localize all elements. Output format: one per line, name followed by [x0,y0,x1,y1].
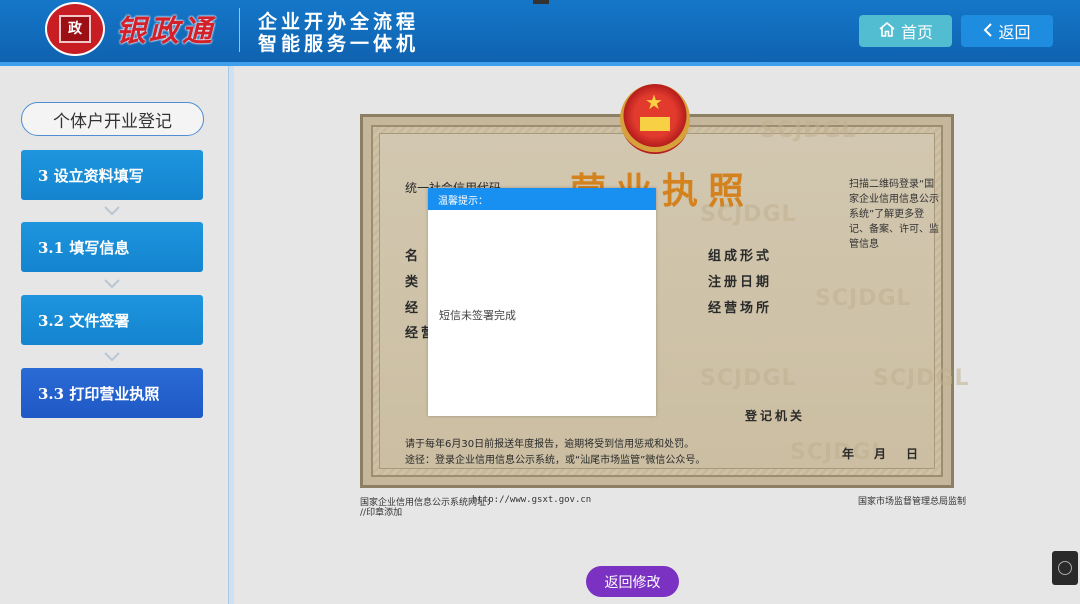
dialog-message: 短信未签署完成 [439,309,516,322]
sidebar-title: 个体户开业登记 [21,102,204,136]
floating-assistant-button[interactable] [1052,551,1078,585]
chevron-down-icon [104,278,120,290]
bank-logo-emblem: 政 [45,2,105,56]
top-header: 政 银政通 企业开办全流程 智能服务一体机 首页 返回 [0,0,1080,66]
seal-note: //印章添加 [360,508,403,518]
logo-char: 政 [59,15,91,43]
field-name-label: 名 [405,249,422,264]
field-address-label: 经营场所 [708,301,773,316]
chevron-down-icon [104,351,120,363]
header-divider [239,8,240,52]
home-button[interactable]: 首页 [859,15,952,47]
date-day: 日 [906,447,922,461]
supervision-note: 国家市场监督管理总局监制 [858,497,967,507]
registration-authority: 登记机关 [745,409,806,423]
chat-icon [1058,561,1072,575]
chevron-left-icon [983,22,993,41]
back-button-label: 返回 [998,23,1031,42]
step-3-3-print-license[interactable]: 3.3 打印营业执照 [21,368,203,418]
date-month: 月 [874,447,890,461]
home-button-label: 首页 [900,23,933,42]
dialog-title: 温馨提示： [428,188,656,210]
step-3-1-fill-info[interactable]: 3.1 填写信息 [21,222,203,272]
back-button[interactable]: 返回 [961,15,1053,47]
qr-note: 扫描二维码登录“国家企业信用信息公示系统”了解更多登记、备案、许可、监管信息 [849,179,939,250]
step-3-2-sign-documents[interactable]: 3.2 文件签署 [21,295,203,345]
national-emblem-icon: ★ [620,84,690,154]
watermark: SCJDGL [815,286,912,311]
watermark: SCJDGL [760,118,857,143]
watermark: SCJDGL [700,366,797,391]
slogan-line-2: 智能服务一体机 [258,33,420,55]
home-icon [878,21,896,41]
step-3-fill-materials[interactable]: 3 设立资料填写 [21,150,203,200]
field-type-label: 类 [405,275,422,290]
field-form-label: 组成形式 [708,249,773,264]
window-handle [533,0,549,4]
chevron-down-icon [104,205,120,217]
field-operator-label: 经 [405,301,422,316]
annual-report-notice: 请于每年6月30日前报送年度报告，逾期将受到信用惩戒和处罚。 [405,439,695,450]
brand-name: 银政通 [116,14,215,49]
prompt-dialog: 温馨提示： 短信未签署完成 [428,188,656,416]
report-channel-notice: 途径：登录企业信用信息公示系统，或“汕尾市场监管”微信公众号。 [405,455,706,466]
watermark: SCJDGL [873,366,970,391]
sidebar-divider [228,66,234,604]
return-edit-button[interactable]: 返回修改 [586,566,679,597]
date-year: 年 [842,447,858,461]
field-reg-date-label: 注册日期 [708,275,773,290]
watermark: SCJDGL [790,440,887,465]
gsxt-url: http://www.gsxt.gov.cn [472,495,592,505]
